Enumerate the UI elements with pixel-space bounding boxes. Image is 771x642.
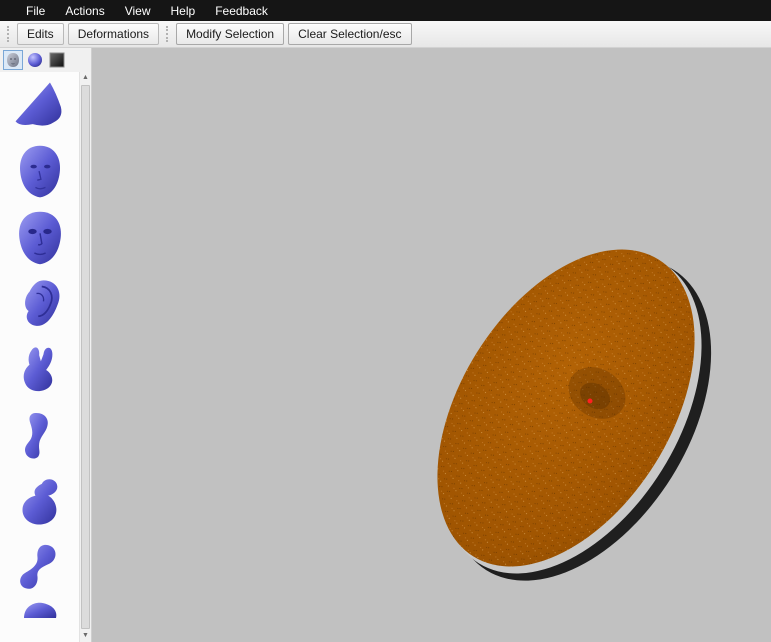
tube-model-icon: [24, 412, 48, 459]
blob-model-icon: [21, 478, 57, 525]
sphere-models-tab-icon: [28, 53, 42, 67]
menu-actions[interactable]: Actions: [55, 1, 114, 21]
viewport-render: [384, 204, 765, 627]
model-thumb-face[interactable]: [3, 206, 77, 269]
model-thumb-twist[interactable]: [3, 536, 77, 599]
model-thumb-partial[interactable]: [3, 602, 77, 618]
model-thumb-head[interactable]: [3, 140, 77, 203]
sidebar-scrollbar[interactable]: ▲ ▼: [79, 72, 91, 642]
application-window: File Actions View Help Feedback Edits De…: [0, 0, 771, 642]
model-thumb-wedge[interactable]: [3, 74, 77, 137]
tab-texture-models[interactable]: [47, 50, 67, 70]
scrollbar-thumb[interactable]: [81, 85, 90, 629]
tab-sphere-models[interactable]: [25, 50, 45, 70]
face-model-icon: [18, 211, 61, 264]
orange-disc-mesh[interactable]: [384, 204, 765, 627]
partial-model-icon: [23, 602, 56, 618]
modify-selection-button[interactable]: Modify Selection: [176, 23, 285, 45]
main-content: ▲ ▼: [0, 48, 771, 642]
hand-model-icon: [23, 346, 52, 391]
deformations-button[interactable]: Deformations: [67, 23, 160, 45]
model-thumb-ear[interactable]: [3, 272, 77, 335]
twist-model-icon: [19, 544, 56, 589]
cursor-marker: [587, 398, 593, 404]
menu-file[interactable]: File: [16, 1, 55, 21]
clear-selection-button[interactable]: Clear Selection/esc: [288, 23, 412, 45]
head-models-tab-icon: [7, 53, 19, 67]
wedge-model-icon: [15, 81, 61, 126]
menu-view[interactable]: View: [115, 1, 161, 21]
model-library-tabs: [0, 48, 91, 72]
model-thumb-tube[interactable]: [3, 404, 77, 467]
tab-head-models[interactable]: [3, 50, 23, 70]
menubar: File Actions View Help Feedback: [0, 0, 771, 21]
scroll-down-arrow-icon[interactable]: ▼: [80, 630, 91, 642]
ear-model-icon: [24, 279, 59, 326]
edits-button[interactable]: Edits: [17, 23, 64, 45]
toolbar-grip-icon: [166, 26, 169, 42]
toolbar: Edits Deformations Modify Selection Clea…: [0, 21, 771, 48]
menu-feedback[interactable]: Feedback: [205, 1, 278, 21]
scroll-up-arrow-icon[interactable]: ▲: [80, 72, 91, 84]
model-thumb-blob[interactable]: [3, 470, 77, 533]
menu-help[interactable]: Help: [161, 1, 206, 21]
model-library-panel: ▲ ▼: [0, 48, 92, 642]
toolbar-grip-icon: [7, 26, 10, 42]
texture-models-tab-icon: [49, 52, 65, 68]
model-thumb-hand[interactable]: [3, 338, 77, 401]
model-thumbnail-list: [0, 72, 79, 642]
head-model-icon: [19, 145, 60, 197]
3d-viewport[interactable]: [92, 48, 771, 642]
